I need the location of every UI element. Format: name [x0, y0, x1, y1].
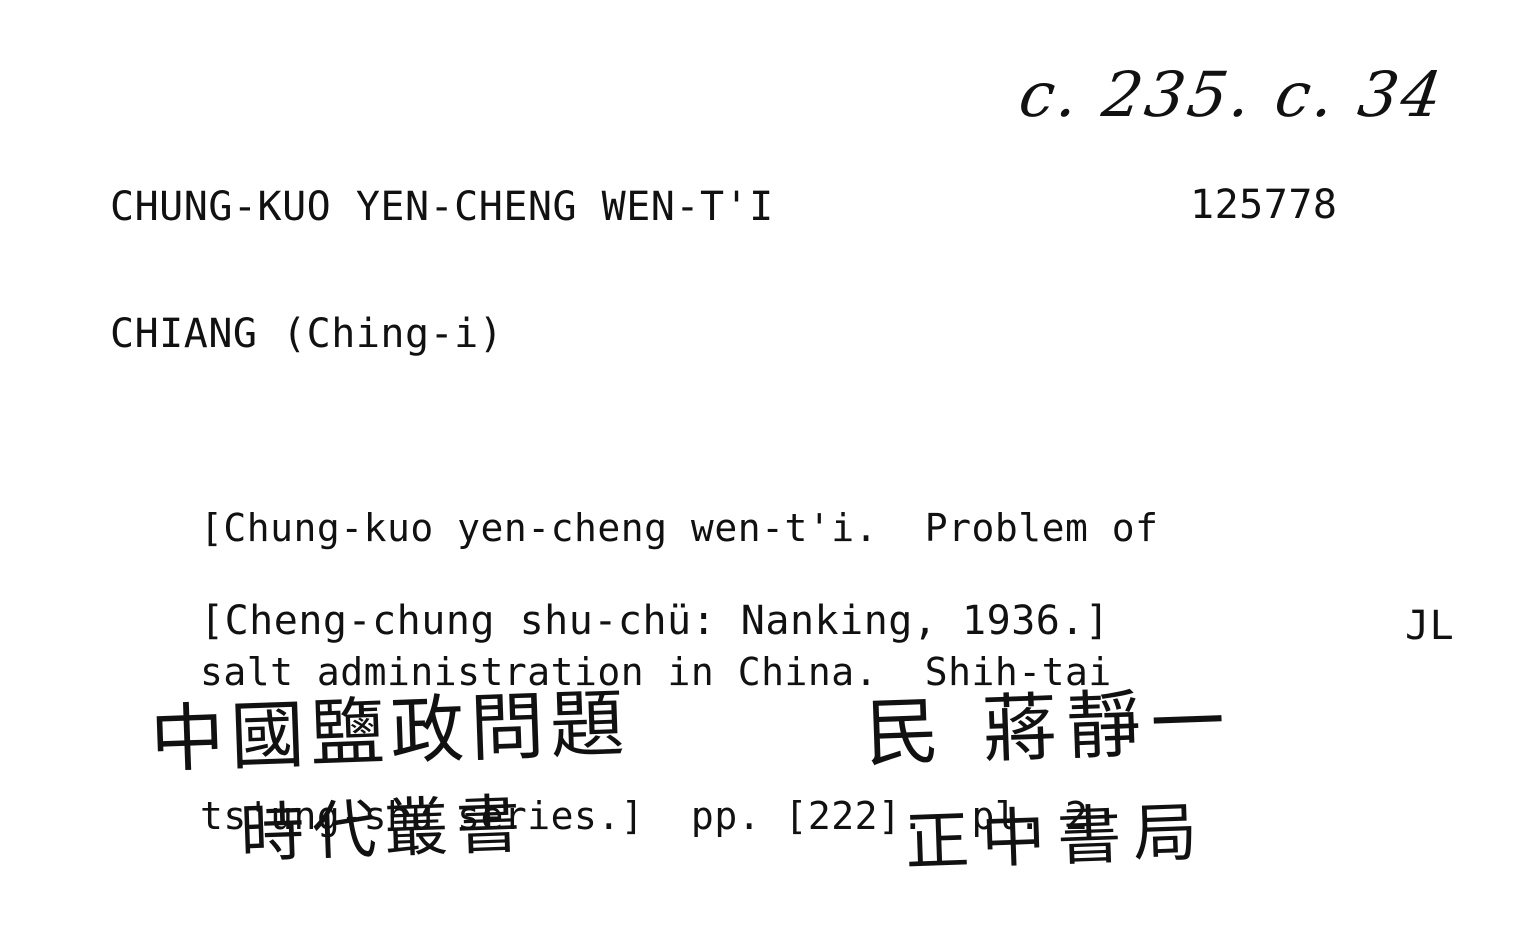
- handwritten-chinese-publisher: 正中書局: [904, 795, 1211, 881]
- description-line: [Chung-kuo yen-cheng wen-t'i. Problem of: [200, 506, 1159, 550]
- card-heading: CHUNG-KUO YEN-CHENG WEN-T'I: [110, 184, 774, 230]
- handwritten-chinese-author: 民 蔣靜一: [863, 678, 1237, 778]
- accession-number: 125778: [1190, 182, 1338, 228]
- handwritten-chinese-series: 時代叢書: [239, 787, 530, 872]
- catalog-card: c. 235. c. 34 CHUNG-KUO YEN-CHENG WEN-T'…: [0, 0, 1513, 901]
- author-heading: CHIANG (Ching-i): [110, 311, 504, 357]
- handwritten-chinese-title: 中國鹽政問題: [148, 680, 632, 784]
- imprint: [Cheng-chung shu-chü: Nanking, 1936.]: [200, 598, 1110, 644]
- cataloguer-initials: JL: [1405, 603, 1455, 649]
- handwritten-shelfmark: c. 235. c. 34: [1014, 58, 1450, 131]
